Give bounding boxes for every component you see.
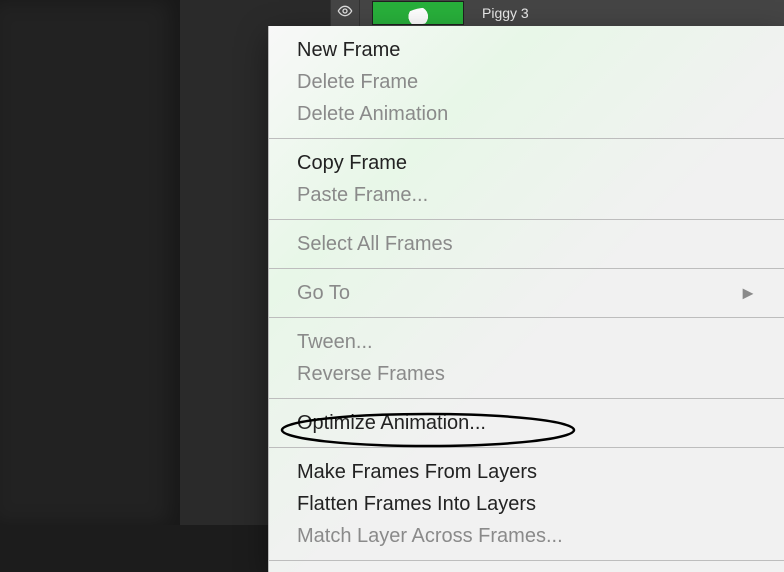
layer-row[interactable]: Piggy 3 <box>330 0 784 26</box>
menu-item-new-frame[interactable]: New Frame <box>269 34 784 66</box>
menu-item-optimize-animation[interactable]: Optimize Animation... <box>269 407 784 439</box>
menu-group-goto: Go To ► <box>269 269 784 318</box>
menu-group-frame-ops: New Frame Delete Frame Delete Animation <box>269 26 784 139</box>
menu-item-match-layer-across-frames: Match Layer Across Frames... <box>269 520 784 552</box>
menu-item-make-frames-from-layers[interactable]: Make Frames From Layers <box>269 456 784 488</box>
layer-thumbnail[interactable] <box>372 1 464 25</box>
menu-group-optimize: Optimize Animation... <box>269 399 784 448</box>
menu-item-label: Go To <box>297 279 739 307</box>
menu-item-label: Delete Animation <box>297 100 757 128</box>
menu-item-delete-frame: Delete Frame <box>269 66 784 98</box>
menu-group-layers: Make Frames From Layers Flatten Frames I… <box>269 448 784 561</box>
menu-item-label: New Frame <box>297 36 757 64</box>
menu-group-toggles: ✓ Create New Layer for Each New Frame ✓ … <box>269 561 784 572</box>
menu-item-paste-frame: Paste Frame... <box>269 179 784 211</box>
menu-item-reverse-frames: Reverse Frames <box>269 358 784 390</box>
menu-item-label: Select All Frames <box>297 230 757 258</box>
menu-item-label: Make Frames From Layers <box>297 458 757 486</box>
menu-item-go-to: Go To ► <box>269 277 784 309</box>
menu-item-label: Delete Frame <box>297 68 757 96</box>
menu-item-label: Reverse Frames <box>297 360 757 388</box>
eye-icon <box>337 3 353 24</box>
left-panel-dark <box>0 0 180 525</box>
menu-item-label: Flatten Frames Into Layers <box>297 490 757 518</box>
menu-item-copy-frame[interactable]: Copy Frame <box>269 147 784 179</box>
menu-item-label: Optimize Animation... <box>297 409 757 437</box>
submenu-arrow-icon: ► <box>739 279 757 307</box>
menu-item-delete-animation: Delete Animation <box>269 98 784 130</box>
menu-group-select: Select All Frames <box>269 220 784 269</box>
menu-group-tween: Tween... Reverse Frames <box>269 318 784 399</box>
menu-group-copy-paste: Copy Frame Paste Frame... <box>269 139 784 220</box>
layer-name-label: Piggy 3 <box>476 5 529 21</box>
menu-item-label: Paste Frame... <box>297 181 757 209</box>
menu-item-flatten-frames-into-layers[interactable]: Flatten Frames Into Layers <box>269 488 784 520</box>
timeline-context-menu: New Frame Delete Frame Delete Animation … <box>268 26 784 572</box>
menu-item-label: Copy Frame <box>297 149 757 177</box>
menu-item-select-all-frames: Select All Frames <box>269 228 784 260</box>
menu-item-label: Match Layer Across Frames... <box>297 522 757 550</box>
menu-item-label: Tween... <box>297 328 757 356</box>
visibility-toggle[interactable] <box>330 0 360 26</box>
menu-item-tween: Tween... <box>269 326 784 358</box>
